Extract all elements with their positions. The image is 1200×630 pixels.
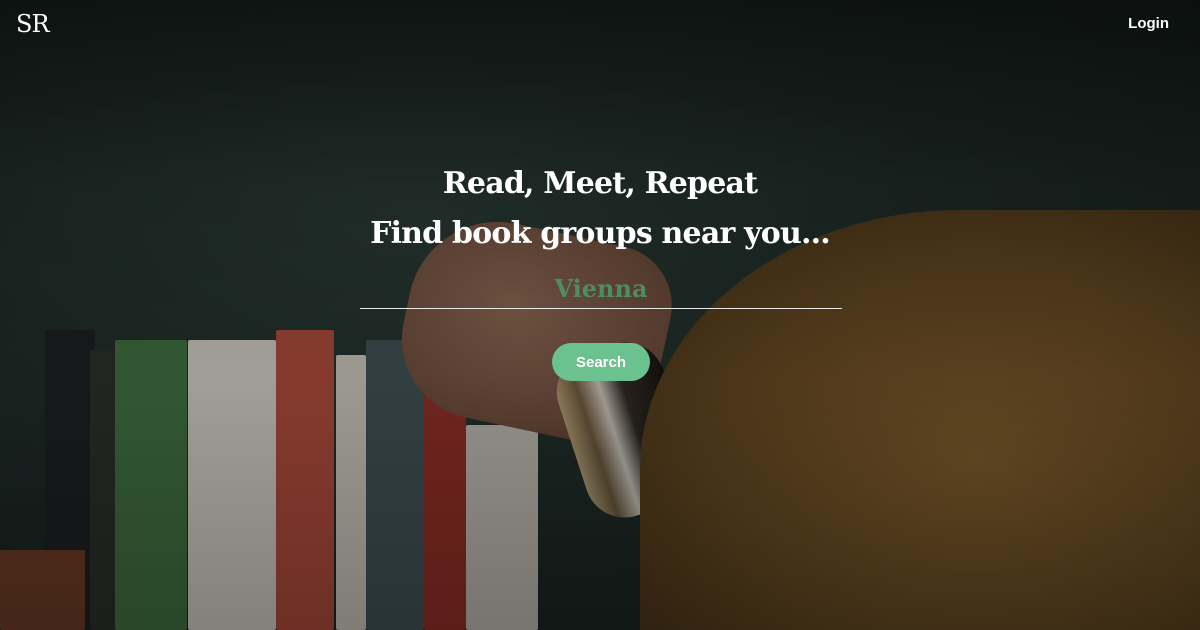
hero-overlay (0, 0, 1200, 630)
search-button[interactable]: Search (552, 343, 650, 381)
hero-headline-line1: Read, Meet, Repeat (442, 166, 758, 201)
hero-background-image (0, 0, 1200, 630)
location-search-input[interactable] (360, 268, 842, 309)
site-logo[interactable]: SR (16, 10, 50, 38)
login-link[interactable]: Login (1128, 15, 1169, 32)
hero-headline-line2: Find book groups near you... (370, 216, 831, 251)
